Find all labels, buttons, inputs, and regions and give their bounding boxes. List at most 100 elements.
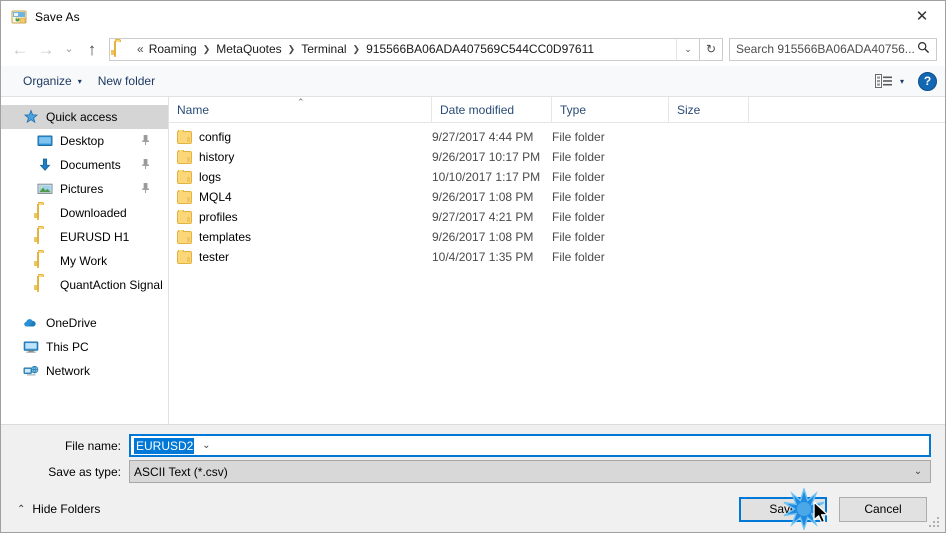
search-placeholder: Search 915566BA06ADA40756... (736, 42, 915, 56)
sidebar-item-network[interactable]: Network (1, 359, 168, 383)
file-date: 9/26/2017 10:17 PM (432, 150, 541, 164)
resize-grip[interactable] (929, 517, 941, 529)
file-name-cell: tester (169, 250, 432, 264)
address-dropdown-icon[interactable]: ⌄ (676, 38, 699, 60)
save-button[interactable]: Save (739, 496, 827, 522)
search-input[interactable]: Search 915566BA06ADA40756... (729, 37, 937, 61)
folder-icon (177, 170, 192, 184)
window-title: Save As (35, 9, 80, 24)
folder-icon (37, 252, 53, 269)
file-list-pane: Name ⌃ Date modified Type Size config 9/… (169, 97, 945, 424)
file-name: templates (199, 230, 252, 244)
table-row[interactable]: MQL4 9/26/2017 1:08 PM File folder (169, 187, 945, 207)
refresh-icon[interactable]: ↻ (700, 37, 723, 61)
table-row[interactable]: config 9/27/2017 4:44 PM File folder (169, 127, 945, 147)
chevron-down-icon[interactable]: ⌄ (194, 440, 218, 451)
up-button[interactable]: ↑ (79, 36, 105, 62)
sidebar-item-onedrive[interactable]: OneDrive (1, 311, 168, 335)
sidebar-item-quantaction-signal[interactable]: QuantAction Signal (1, 273, 168, 297)
file-name: history (199, 150, 235, 164)
file-date: 10/4/2017 1:35 PM (432, 250, 534, 264)
hide-folders-button[interactable]: ⌃ Hide Folders (13, 502, 100, 516)
save-as-icon (11, 9, 27, 25)
chevron-down-icon: ▾ (77, 76, 82, 86)
file-name-cell: config (169, 130, 432, 144)
network-icon (23, 363, 39, 379)
folder-icon (177, 230, 192, 244)
file-list-rows: config 9/27/2017 4:44 PM File folder his… (169, 123, 945, 424)
column-header-type[interactable]: Type (552, 97, 669, 122)
breadcrumb-item-terminal[interactable]: Terminal (298, 40, 349, 58)
new-folder-button[interactable]: New folder (90, 70, 163, 92)
save-as-dialog: Save As ✕ ← → ⌄ ↑ « Roaming ❯ MetaQuotes… (0, 0, 946, 533)
file-name-cell: templates (169, 230, 432, 244)
file-date: 10/10/2017 1:17 PM (432, 170, 541, 184)
column-label: Date modified (440, 102, 515, 117)
breadcrumb-item-metaquotes[interactable]: MetaQuotes (213, 40, 284, 58)
file-name-cell: MQL4 (169, 190, 432, 204)
pin-icon (136, 180, 154, 198)
sidebar-item-pictures[interactable]: Pictures (1, 177, 168, 201)
table-row[interactable]: history 9/26/2017 10:17 PM File folder (169, 147, 945, 167)
breadcrumb-overflow[interactable]: « (133, 40, 146, 58)
sidebar-item-eurusd-h1[interactable]: EURUSD H1 (1, 225, 168, 249)
breadcrumb-item-roaming[interactable]: Roaming (146, 40, 200, 58)
close-icon[interactable]: ✕ (899, 1, 945, 31)
file-name-cell: logs (169, 170, 432, 184)
file-name-input[interactable]: EURUSD2 ⌄ (129, 434, 931, 457)
file-type: File folder (552, 150, 605, 164)
sidebar-item-downloaded[interactable]: Downloaded (1, 201, 168, 225)
back-button[interactable]: ← (7, 36, 33, 62)
file-type: File folder (552, 210, 605, 224)
chevron-down-icon[interactable]: ⌄ (906, 466, 930, 477)
sidebar-item-my-work[interactable]: My Work (1, 249, 168, 273)
file-name-cell: profiles (169, 210, 432, 224)
view-dropdown-icon[interactable]: ▾ (900, 77, 904, 86)
pin-icon (136, 156, 154, 174)
recent-locations-button[interactable]: ⌄ (59, 36, 79, 62)
onedrive-icon (23, 315, 39, 331)
file-name: profiles (199, 210, 238, 224)
address-bar[interactable]: « Roaming ❯ MetaQuotes ❯ Terminal ❯ 9155… (109, 37, 700, 61)
chevron-right-icon: ❯ (352, 43, 361, 54)
table-row[interactable]: logs 10/10/2017 1:17 PM File folder (169, 167, 945, 187)
table-row[interactable]: tester 10/4/2017 1:35 PM File folder (169, 247, 945, 267)
sidebar-item-this-pc[interactable]: This PC (1, 335, 168, 359)
file-name: config (199, 130, 232, 144)
help-button[interactable]: ? (918, 71, 937, 91)
breadcrumb-item-terminal-id[interactable]: 915566BA06ADA407569C544CC0D97611 (363, 40, 597, 58)
sidebar-item-label: EURUSD H1 (60, 230, 130, 244)
file-date: 9/26/2017 1:08 PM (432, 190, 534, 204)
file-date: 9/27/2017 4:21 PM (432, 210, 534, 224)
file-name: tester (199, 250, 230, 264)
table-row[interactable]: profiles 9/27/2017 4:21 PM File folder (169, 207, 945, 227)
sidebar-item-desktop[interactable]: Desktop (1, 129, 168, 153)
column-label: Size (677, 102, 701, 117)
sidebar-item-quick-access[interactable]: Quick access (1, 105, 168, 129)
forward-button[interactable]: → (33, 36, 59, 62)
save-as-type-value: ASCII Text (*.csv) (134, 464, 228, 479)
chevron-up-icon: ⌃ (17, 503, 26, 515)
sidebar-item-label: Desktop (60, 134, 105, 148)
save-as-type-select[interactable]: ASCII Text (*.csv) ⌄ (129, 460, 931, 483)
column-label: Name (177, 102, 210, 117)
column-header-date-modified[interactable]: Date modified (432, 97, 552, 122)
folder-icon (177, 130, 192, 144)
view-layout-icon[interactable] (874, 74, 893, 88)
folder-icon (114, 41, 130, 57)
desktop-icon (37, 133, 53, 149)
dialog-button-bar: ⌃ Hide Folders Save Cancel (1, 486, 945, 532)
file-name-value: EURUSD2 (134, 437, 195, 454)
chevron-right-icon: ❯ (287, 43, 296, 54)
folder-icon (177, 210, 192, 224)
documents-icon (37, 157, 53, 173)
cancel-button[interactable]: Cancel (839, 496, 927, 522)
column-header-name[interactable]: Name ⌃ (169, 97, 432, 122)
file-date: 9/27/2017 4:44 PM (432, 130, 534, 144)
sidebar-item-documents[interactable]: Documents (1, 153, 168, 177)
table-row[interactable]: templates 9/26/2017 1:08 PM File folder (169, 227, 945, 247)
column-header-size[interactable]: Size (669, 97, 749, 122)
sidebar-item-label: Downloaded (60, 206, 127, 220)
organize-button[interactable]: Organize ▾ (15, 70, 90, 92)
